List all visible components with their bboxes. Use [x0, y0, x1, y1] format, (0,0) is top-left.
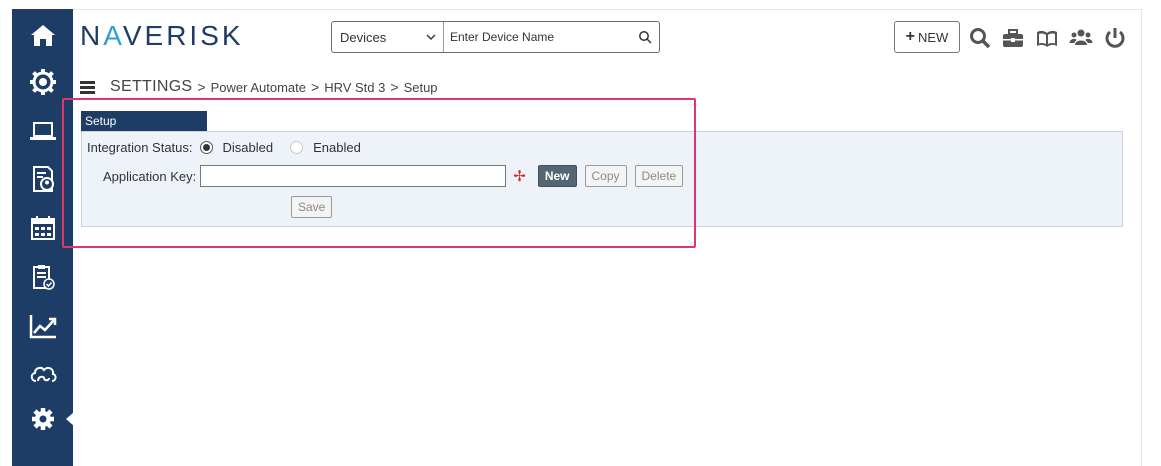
- sidebar: [12, 9, 74, 466]
- sidebar-item-users[interactable]: [12, 159, 73, 199]
- breadcrumb-power-automate[interactable]: Power Automate: [211, 80, 306, 95]
- gear-cog-icon: [29, 69, 56, 95]
- sidebar-item-devices[interactable]: [12, 111, 73, 151]
- breadcrumb-hrv-std-3[interactable]: HRV Std 3: [324, 80, 385, 95]
- save-button[interactable]: Save: [291, 196, 333, 218]
- copy-key-button[interactable]: Copy: [584, 165, 627, 187]
- toolbox-button[interactable]: [999, 24, 1027, 52]
- search-button[interactable]: [631, 22, 659, 52]
- logout-button[interactable]: [1101, 24, 1129, 52]
- toolbox-icon: [1003, 29, 1023, 47]
- breadcrumb-current: Setup: [403, 79, 438, 95]
- sidebar-item-reports[interactable]: [12, 306, 73, 346]
- breadcrumb-separator: >: [197, 79, 206, 95]
- chart-line-icon: [29, 315, 56, 339]
- users-button[interactable]: [1067, 24, 1095, 52]
- header-search-button[interactable]: [966, 24, 994, 52]
- book-icon: [1037, 30, 1057, 47]
- plus-icon: +: [905, 28, 915, 45]
- integration-status-label: Integration Status:: [87, 140, 193, 155]
- search-icon: [970, 28, 991, 49]
- save-row: Save: [291, 196, 333, 218]
- search-category-select[interactable]: Devices: [332, 22, 444, 52]
- device-search: Devices: [331, 21, 660, 53]
- laptop-icon: [29, 122, 56, 140]
- delete-key-button[interactable]: Delete: [634, 165, 684, 187]
- breadcrumb-separator: >: [311, 79, 320, 95]
- home-icon: [30, 25, 55, 46]
- breadcrumb-separator: >: [390, 79, 399, 95]
- search-category-value: Devices: [340, 29, 387, 45]
- sidebar-item-settings[interactable]: [12, 399, 74, 439]
- clipboard-check-icon: [32, 265, 55, 290]
- search-input[interactable]: [444, 22, 631, 52]
- radio-disabled-label[interactable]: Disabled: [223, 140, 274, 155]
- radio-disabled[interactable]: [199, 141, 213, 154]
- users-group-icon: [1069, 29, 1093, 45]
- settings-gear-icon: [31, 408, 54, 430]
- search-icon: [639, 31, 652, 44]
- new-key-button[interactable]: New: [537, 165, 577, 187]
- integration-status-row: Integration Status: Disabled Enabled: [87, 140, 361, 155]
- sidebar-item-gear[interactable]: [12, 62, 73, 102]
- setup-panel: Integration Status: Disabled Enabled App…: [81, 131, 1123, 227]
- radio-enabled-label[interactable]: Enabled: [313, 140, 361, 155]
- sidebar-item-calendar[interactable]: [12, 208, 73, 248]
- active-indicator: [66, 412, 74, 426]
- cloud-icon: [30, 366, 56, 382]
- power-icon: [1105, 28, 1125, 48]
- naverisk-logo[interactable]: NAVERISK: [80, 20, 244, 52]
- sidebar-item-cloud[interactable]: [12, 354, 73, 394]
- application-key-input[interactable]: [200, 165, 507, 187]
- breadcrumb-root[interactable]: SETTINGS: [110, 78, 192, 96]
- sidebar-item-home[interactable]: [12, 15, 73, 55]
- application-key-label: Application Key:: [103, 168, 197, 184]
- new-button-label: NEW: [918, 29, 949, 45]
- sidebar-item-tasks[interactable]: [12, 257, 73, 297]
- application-key-row: Application Key: ✢ New Copy Delete: [103, 165, 684, 187]
- menu-toggle-icon[interactable]: [80, 80, 95, 94]
- chevron-down-icon: [426, 34, 436, 40]
- new-button[interactable]: + NEW: [894, 21, 960, 53]
- person-doc-icon: [32, 166, 54, 192]
- knowledge-base-button[interactable]: [1033, 24, 1061, 52]
- calendar-icon: [30, 216, 55, 240]
- radio-enabled[interactable]: [290, 141, 304, 154]
- required-marker-icon: ✢: [513, 168, 526, 185]
- setup-tab-header: Setup: [81, 111, 207, 131]
- breadcrumb: SETTINGS > Power Automate > HRV Std 3 > …: [80, 78, 438, 96]
